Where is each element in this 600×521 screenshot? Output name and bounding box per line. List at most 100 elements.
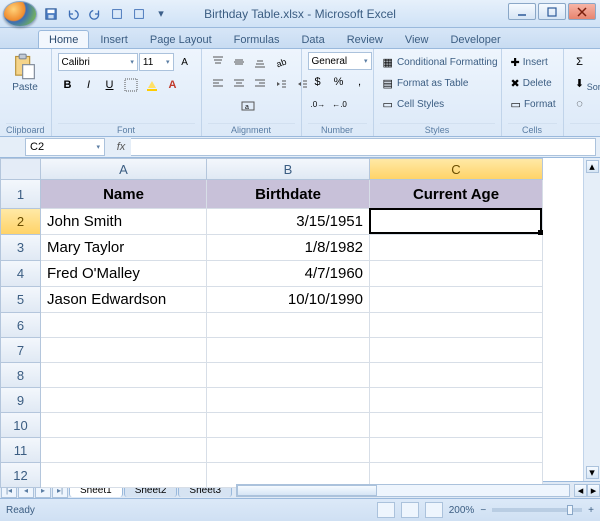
decrease-indent-icon[interactable] [271, 74, 291, 94]
cell-A8[interactable] [41, 363, 207, 388]
save-icon[interactable] [43, 6, 59, 22]
column-header-A[interactable]: A [41, 158, 207, 180]
conditional-formatting-button[interactable]: ▦Conditional Formatting [380, 52, 500, 72]
office-button[interactable] [3, 1, 37, 27]
cell-A2[interactable]: John Smith [41, 209, 207, 235]
row-header-7[interactable]: 7 [0, 338, 41, 363]
cell-A1[interactable]: Name [41, 180, 207, 209]
minimize-button[interactable] [508, 3, 536, 20]
delete-cells-button[interactable]: ✖Delete [508, 73, 564, 93]
row-header-5[interactable]: 5 [0, 287, 41, 313]
font-color-icon[interactable]: A [163, 75, 183, 95]
tab-developer[interactable]: Developer [439, 30, 511, 48]
undo-icon[interactable] [65, 6, 81, 22]
cell-A12[interactable] [41, 463, 207, 488]
cell-A4[interactable]: Fred O'Malley [41, 261, 207, 287]
fill-color-icon[interactable] [142, 75, 162, 95]
tab-formulas[interactable]: Formulas [223, 30, 291, 48]
horizontal-scrollbar[interactable] [236, 484, 570, 497]
clear-icon[interactable]: ◌ [570, 94, 590, 114]
tab-page-layout[interactable]: Page Layout [139, 30, 223, 48]
increase-decimal-icon[interactable]: .0→ [308, 94, 329, 114]
cell-C6[interactable] [370, 313, 543, 338]
zoom-slider[interactable] [492, 508, 582, 512]
close-button[interactable] [568, 3, 596, 20]
format-cells-button[interactable]: ▭Format [508, 94, 564, 114]
align-center-icon[interactable] [229, 74, 249, 94]
font-name-select[interactable]: Calibri▾ [58, 53, 138, 71]
row-header-4[interactable]: 4 [0, 261, 41, 287]
formula-input[interactable] [131, 138, 596, 156]
align-right-icon[interactable] [250, 74, 270, 94]
cell-B10[interactable] [207, 413, 370, 438]
qat-item-icon[interactable] [109, 6, 125, 22]
cell-A7[interactable] [41, 338, 207, 363]
cell-C10[interactable] [370, 413, 543, 438]
redo-icon[interactable] [87, 6, 103, 22]
comma-icon[interactable]: , [350, 72, 370, 92]
row-header-11[interactable]: 11 [0, 438, 41, 463]
row-header-8[interactable]: 8 [0, 363, 41, 388]
row-header-2[interactable]: 2 [0, 209, 41, 235]
cell-B3[interactable]: 1/8/1982 [207, 235, 370, 261]
tab-review[interactable]: Review [336, 30, 394, 48]
font-size-select[interactable]: 11▾ [139, 53, 174, 71]
scroll-up-icon[interactable]: ▴ [586, 160, 599, 173]
paste-button[interactable]: Paste [6, 52, 44, 95]
name-box[interactable]: C2▾ [25, 138, 105, 156]
cell-B11[interactable] [207, 438, 370, 463]
qat-item-icon[interactable] [131, 6, 147, 22]
cell-A10[interactable] [41, 413, 207, 438]
scroll-down-icon[interactable]: ▾ [586, 466, 599, 479]
cell-A6[interactable] [41, 313, 207, 338]
cell-C8[interactable] [370, 363, 543, 388]
bold-icon[interactable]: B [58, 75, 78, 95]
cell-C1[interactable]: Current Age [370, 180, 543, 209]
grow-font-icon[interactable]: A [175, 52, 195, 72]
number-format-select[interactable]: General▾ [308, 52, 372, 70]
orientation-icon[interactable]: ab [271, 52, 291, 72]
italic-icon[interactable]: I [79, 75, 99, 95]
cell-B5[interactable]: 10/10/1990 [207, 287, 370, 313]
view-normal-icon[interactable] [377, 502, 395, 518]
cell-A3[interactable]: Mary Taylor [41, 235, 207, 261]
cell-C4[interactable] [370, 261, 543, 287]
view-pagebreak-icon[interactable] [425, 502, 443, 518]
cell-styles-button[interactable]: ▭Cell Styles [380, 94, 500, 114]
cell-B6[interactable] [207, 313, 370, 338]
tab-home[interactable]: Home [38, 30, 89, 48]
cell-B8[interactable] [207, 363, 370, 388]
vertical-scrollbar[interactable]: ▴ ▾ [583, 158, 600, 481]
zoom-out-icon[interactable]: − [480, 505, 486, 516]
sort-filter-button[interactable]: Sort & Filter [594, 52, 600, 94]
autosum-icon[interactable]: Σ [570, 52, 590, 72]
percent-icon[interactable]: % [329, 72, 349, 92]
currency-icon[interactable]: $ [308, 72, 328, 92]
maximize-button[interactable] [538, 3, 566, 20]
row-header-6[interactable]: 6 [0, 313, 41, 338]
border-icon[interactable] [121, 75, 141, 95]
tab-view[interactable]: View [394, 30, 440, 48]
align-middle-icon[interactable] [229, 52, 249, 72]
cell-A11[interactable] [41, 438, 207, 463]
align-bottom-icon[interactable] [250, 52, 270, 72]
cell-C9[interactable] [370, 388, 543, 413]
row-header-10[interactable]: 10 [0, 413, 41, 438]
row-header-1[interactable]: 1 [0, 180, 41, 209]
column-header-B[interactable]: B [207, 158, 370, 180]
underline-icon[interactable]: U [100, 75, 120, 95]
cell-C5[interactable] [370, 287, 543, 313]
fx-button[interactable]: fx [111, 141, 131, 153]
cell-B1[interactable]: Birthdate [207, 180, 370, 209]
cell-C11[interactable] [370, 438, 543, 463]
scroll-right-icon[interactable]: ▸ [587, 484, 600, 497]
cell-A5[interactable]: Jason Edwardson [41, 287, 207, 313]
insert-cells-button[interactable]: ✚Insert [508, 52, 564, 72]
cell-C3[interactable] [370, 235, 543, 261]
tab-insert[interactable]: Insert [89, 30, 139, 48]
row-header-9[interactable]: 9 [0, 388, 41, 413]
column-header-C[interactable]: C [370, 158, 543, 180]
row-header-3[interactable]: 3 [0, 235, 41, 261]
view-layout-icon[interactable] [401, 502, 419, 518]
scroll-thumb[interactable] [237, 485, 377, 496]
